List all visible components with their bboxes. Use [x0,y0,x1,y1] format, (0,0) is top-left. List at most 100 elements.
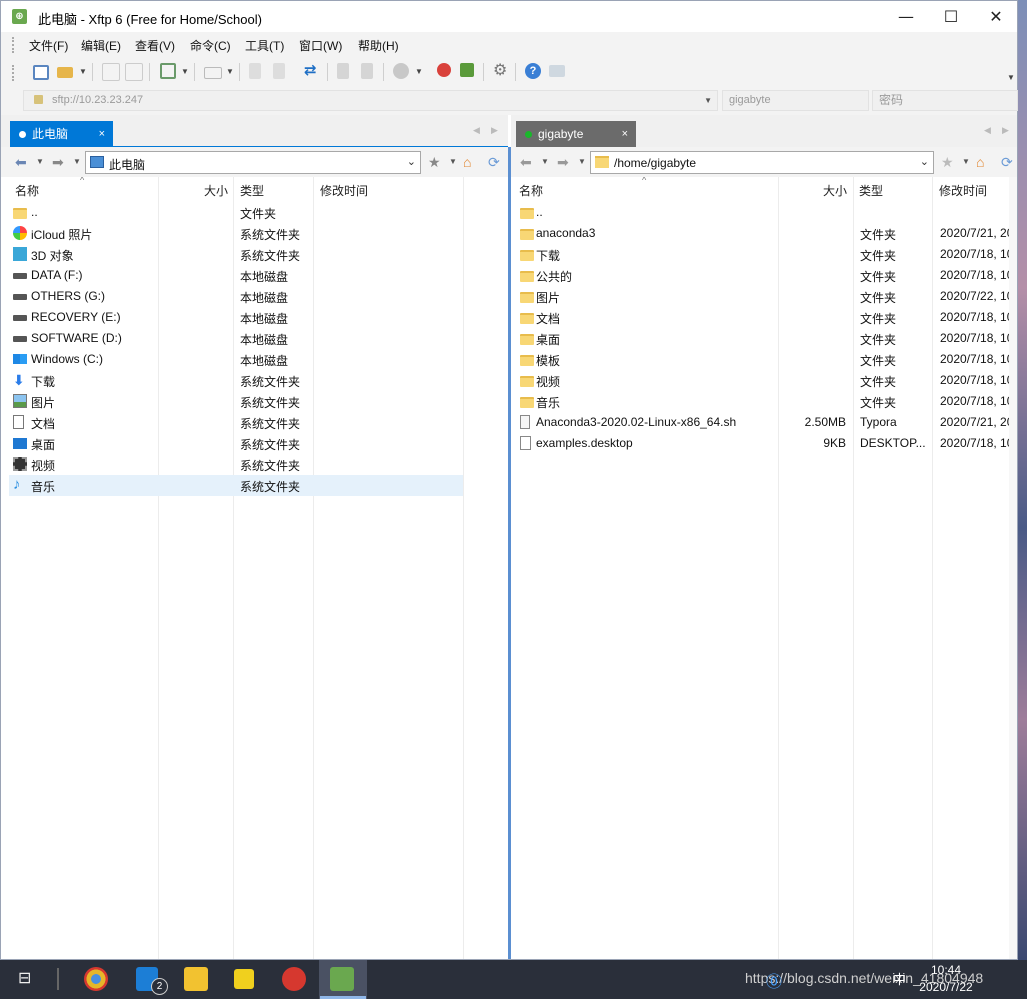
table-row[interactable]: 视频 文件夹 2020/7/18, 10 [513,370,1009,391]
sync-icon[interactable]: ⇄ [304,63,320,79]
bookmark-dropdown-icon[interactable]: ▼ [962,157,970,166]
table-row[interactable]: 桌面 系统文件夹 [9,433,463,454]
right-path-box[interactable]: /home/gigabyte ⌄ [590,151,934,174]
forward-dropdown-icon[interactable]: ▼ [578,157,586,166]
copy-icon[interactable] [337,63,349,79]
column-header-name[interactable]: 名称 [519,182,543,199]
ime-indicator[interactable]: 中 [893,969,906,988]
remote-file-list[interactable]: 名称 ^ 大小 类型 修改时间 .. anaconda3 文件夹 2020/7/21,… [513,177,1009,959]
maximize-button[interactable]: ☐ [928,1,974,32]
forward-arrow-icon[interactable]: ➡ [52,154,64,171]
table-row[interactable]: DATA (F:) 本地磁盘 [9,265,463,286]
sticky-notes-icon[interactable] [234,969,254,989]
home-icon[interactable]: ⌂ [463,154,471,170]
back-dropdown-icon[interactable]: ▼ [541,157,549,166]
xftp-taskbar-icon[interactable] [330,967,354,991]
table-row[interactable]: ♪ 音乐 系统文件夹 [9,475,463,496]
status-icon[interactable] [393,63,409,79]
close-button[interactable]: ✕ [973,1,1019,32]
tab-next-icon[interactable]: ▶ [491,125,498,136]
password-field[interactable]: 密码 [872,90,1018,111]
home-icon[interactable]: ⌂ [976,154,984,170]
minimize-button[interactable]: — [883,1,929,32]
refresh-icon[interactable]: ⟳ [488,154,500,171]
table-row[interactable]: SOFTWARE (D:) 本地磁盘 [9,328,463,349]
column-header-size[interactable]: 大小 [823,182,847,199]
table-row[interactable]: iCloud 照片 系统文件夹 [9,223,463,244]
table-row[interactable]: RECOVERY (E:) 本地磁盘 [9,307,463,328]
refresh-icon[interactable]: ⟳ [1001,154,1013,171]
table-row[interactable]: 文档 文件夹 2020/7/18, 10 [513,307,1009,328]
settings-gear-icon[interactable]: ⚙ [493,63,509,79]
tab-close-icon[interactable]: × [622,121,628,147]
tab-close-icon[interactable]: × [99,121,105,147]
forward-arrow-icon[interactable]: ➡ [557,154,569,171]
table-row[interactable]: 下载 文件夹 2020/7/18, 10 [513,244,1009,265]
bookmark-star-icon[interactable]: ★ [428,154,441,171]
download-file-icon[interactable] [249,63,261,79]
clock-date[interactable]: 2020/7/22 [916,980,976,994]
tab-prev-icon[interactable]: ◀ [473,125,480,136]
table-row[interactable]: ⬇ 下载 系统文件夹 [9,370,463,391]
host-field[interactable]: sftp://10.23.23.247 ▼ [23,90,718,111]
table-row[interactable]: .. [513,202,1009,223]
tab-next-icon[interactable]: ▶ [1002,125,1009,136]
column-header-type[interactable]: 类型 [240,182,264,199]
column-header-size[interactable]: 大小 [204,182,228,199]
disconnect-icon[interactable] [125,63,143,81]
column-header-name[interactable]: 名称 [15,182,39,199]
column-header-type[interactable]: 类型 [859,182,883,199]
transfer-dropdown-icon[interactable]: ▼ [226,67,234,76]
xshell-taskbar-icon[interactable] [282,967,306,991]
pane-splitter[interactable] [508,147,511,959]
help-icon[interactable]: ? [525,63,541,79]
table-row[interactable]: 桌面 文件夹 2020/7/18, 10 [513,328,1009,349]
table-row[interactable]: 模板 文件夹 2020/7/18, 10 [513,349,1009,370]
table-row[interactable]: OTHERS (G:) 本地磁盘 [9,286,463,307]
chrome-icon[interactable] [84,967,108,991]
host-dropdown-icon[interactable]: ▼ [704,91,712,110]
menu-command[interactable]: 命令(C) [190,37,231,54]
file-explorer-icon[interactable] [184,967,208,991]
table-row[interactable]: .. 文件夹 [9,202,463,223]
menu-file[interactable]: 文件(F) [29,37,68,54]
column-header-modified[interactable]: 修改时间 [939,182,987,199]
path-dropdown-icon[interactable]: ⌄ [920,155,929,168]
table-row[interactable]: 音乐 文件夹 2020/7/18, 10 [513,391,1009,412]
bookmark-dropdown-icon[interactable]: ▼ [449,157,457,166]
open-dropdown-icon[interactable]: ▼ [79,67,87,76]
local-file-list[interactable]: 名称 ^ 大小 类型 修改时间 .. 文件夹 iCloud 照片 系统文件夹 3D 对象… [9,177,508,959]
help-tray-icon[interactable]: ⓪ [766,968,782,992]
remote-scrollbar[interactable] [1009,177,1017,959]
table-row[interactable]: examples.desktop 9KB DESKTOP... 2020/7/18, … [513,433,1009,454]
username-field[interactable]: gigabyte [722,90,869,111]
connect-icon[interactable] [102,63,120,81]
column-header-modified[interactable]: 修改时间 [320,182,368,199]
menu-edit[interactable]: 编辑(E) [81,37,121,54]
back-dropdown-icon[interactable]: ▼ [36,157,44,166]
table-row[interactable]: 文档 系统文件夹 [9,412,463,433]
properties-dropdown-icon[interactable]: ▼ [181,67,189,76]
task-view-icon[interactable]: ⊟ [18,968,31,988]
table-row[interactable]: anaconda3 文件夹 2020/7/21, 20 [513,223,1009,244]
menu-window[interactable]: 窗口(W) [299,37,342,54]
back-arrow-icon[interactable]: ⬅ [520,154,532,171]
table-row[interactable]: 视频 系统文件夹 [9,454,463,475]
path-dropdown-icon[interactable]: ⌄ [407,155,416,168]
table-row[interactable]: Anaconda3-2020.02-Linux-x86_64.sh 2.50MB T… [513,412,1009,433]
bookmark-star-icon[interactable]: ★ [941,154,954,171]
tab-prev-icon[interactable]: ◀ [984,125,991,136]
left-path-box[interactable]: 此电脑 ⌄ [85,151,421,174]
table-row[interactable]: 3D 对象 系统文件夹 [9,244,463,265]
status-dropdown-icon[interactable]: ▼ [415,67,423,76]
tab-local[interactable]: 此电脑 × [10,121,113,147]
table-row[interactable]: 公共的 文件夹 2020/7/18, 10 [513,265,1009,286]
menu-tools[interactable]: 工具(T) [245,37,284,54]
tab-remote[interactable]: gigabyte × [516,121,636,147]
upload-file-icon[interactable] [273,63,285,79]
menu-help[interactable]: 帮助(H) [358,37,399,54]
forward-dropdown-icon[interactable]: ▼ [73,157,81,166]
chat-icon[interactable] [549,65,565,77]
menu-view[interactable]: 查看(V) [135,37,175,54]
clock-time[interactable]: 10:44 [916,963,976,977]
